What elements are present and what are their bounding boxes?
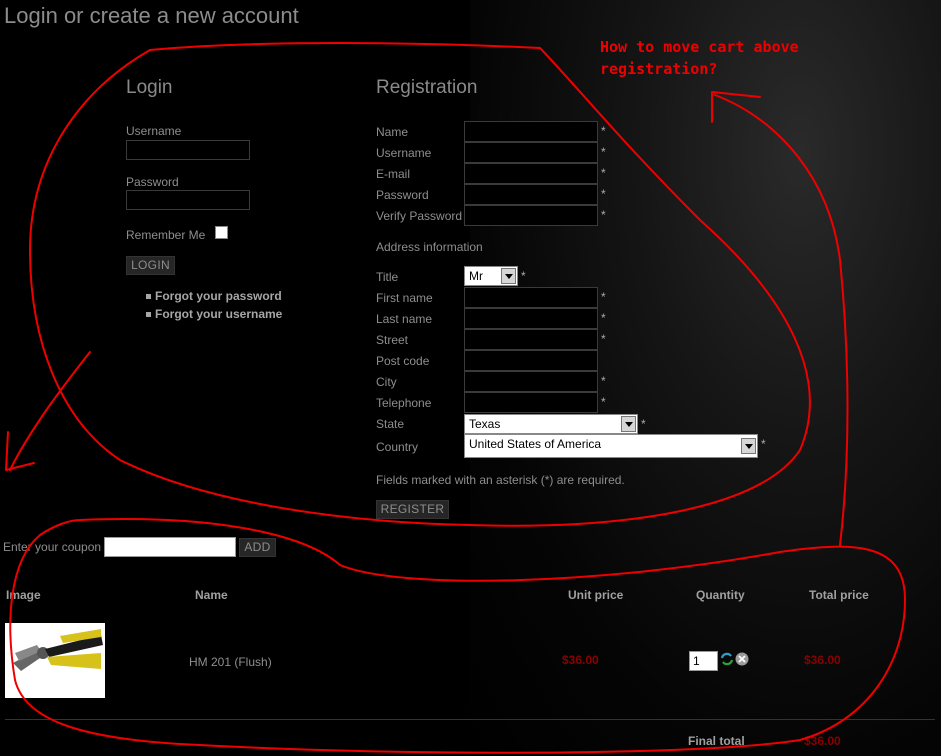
registration-area-outline — [29, 42, 811, 527]
cart-area-outline — [9, 518, 906, 754]
move-up-arrow-curve — [714, 94, 849, 546]
red-annotation-scribbles — [5, 42, 906, 754]
